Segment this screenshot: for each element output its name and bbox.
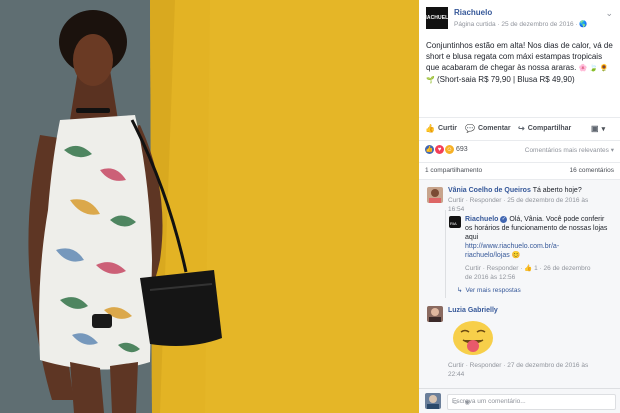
post-options-chevron-icon[interactable]: ⌄ [605,8,613,19]
thumbs-up-icon: 👍 [425,124,435,133]
post-meta: Página curtida · 25 de dezembro de 2016 … [454,21,588,28]
share-icon: ↪ [518,124,525,133]
reply-divider [445,210,446,298]
post-stats: 1 compartilhamento 16 comentários [419,162,620,180]
audience-selector[interactable]: ▣ ▾ [591,124,605,133]
comment-input[interactable]: Escreva um comentário... ☺ ◉ [447,394,616,410]
model-photo-illustration [0,0,419,413]
wow-reaction-icon[interactable]: ☺ [445,145,454,154]
reply-time: de 2016 às 12:56 [465,274,516,281]
comment-icon: 💬 [465,124,475,133]
avatar-small-icon: ▣ [591,124,599,133]
avatar [425,393,441,409]
tongue-emoji-sticker [453,321,493,355]
love-reaction-icon[interactable]: ♥ [435,145,444,154]
reply-author[interactable]: Riachuelo [465,216,498,223]
post-text-prices: (Short-saia R$ 79,90 | Blusa R$ 49,90) [436,75,575,84]
comment-count[interactable]: 16 comentários [570,167,614,174]
post-panel: RIACHUELO Riachuelo Página curtida · 25 … [419,0,620,413]
comment-author[interactable]: Luzia Gabrielly [448,307,498,314]
like-reaction-icon[interactable]: 👍 [425,145,434,154]
post-emoji-flowers: 🌸 🍃 🌻 [578,65,609,72]
chevron-down-icon: ▾ [601,125,606,133]
comment-text: Luzia Gabrielly [448,306,616,315]
post-emoji-sprout: 🌱 [426,77,435,84]
comment-sort-dropdown[interactable]: Comentários mais relevantes ▾ [525,146,614,154]
reply-link-cont[interactable]: riachuelo/lojas [465,252,510,259]
comment-author[interactable]: Vânia Coelho de Queiros [448,187,531,194]
reply-arrow-icon: ↳ [457,287,463,294]
avatar[interactable] [427,187,443,203]
comment-composer: Escreva um comentário... ☺ ◉ [419,388,620,413]
reply-link[interactable]: http://www.riachuelo.com.br/a- [465,243,559,250]
like-label: Curtir [437,125,458,132]
post-photo[interactable] [0,0,419,413]
comment-button[interactable]: 💬 Comentar [465,124,511,133]
reactions-bar: 👍 ♥ ☺ 693 Comentários mais relevantes ▾ [419,140,620,162]
post-text: Conjuntinhos estão em alta! Nos dias de … [426,40,616,86]
like-button[interactable]: 👍 Curtir [425,124,457,133]
post-header: RIACHUELO Riachuelo Página curtida · 25 … [422,7,616,31]
composer-tool-icons[interactable]: ☺ ◉ [452,398,611,406]
comment-time: 22:44 [448,371,465,378]
reply-text: Riachuelo ✓ Olá, Vânia. Você pode confer… [465,215,613,260]
svg-text:RIA: RIA [450,221,457,226]
reply-meta: Curtir · Responder · 👍 1 · 26 de dezembr… [465,264,615,282]
comment-actions[interactable]: Curtir · Responder · 27 de dezembro de 2… [448,362,588,369]
post-actions: 👍 Curtir 💬 Comentar ↪ Compartilhar ▣ ▾ [419,117,620,141]
share-label: Compartilhar [527,125,572,132]
reply-actions[interactable]: Curtir · Responder · 👍 1 · 26 de dezembr… [465,265,591,272]
avatar[interactable] [427,306,443,322]
comment-meta: Curtir · Responder · 27 de dezembro de 2… [448,361,616,379]
comment-body: Tá aberto hoje? [532,187,582,194]
smile-emoji-icon: 😊 [511,252,521,259]
share-button[interactable]: ↪ Compartilhar [518,124,571,133]
page-logo[interactable]: RIACHUELO [422,7,452,29]
avatar[interactable]: RIA [449,216,461,228]
reaction-count[interactable]: 693 [456,146,468,153]
comment-text: Vânia Coelho de Queiros Tá aberto hoje? [448,186,616,195]
comment-time: 16:54 [448,206,465,213]
page-name-link[interactable]: Riachuelo [454,8,492,17]
comment-label: Comentar [477,125,511,132]
share-count[interactable]: 1 compartilhamento [425,167,482,174]
comment-actions[interactable]: Curtir · Responder · 25 de dezembro de 2… [448,197,588,204]
comments-section: Vânia Coelho de Queiros Tá aberto hoje? … [419,180,620,388]
comment-meta: Curtir · Responder · 25 de dezembro de 2… [448,196,616,214]
more-replies-link[interactable]: ↳ Ver mais respostas [457,286,521,295]
more-replies-label: Ver mais respostas [465,286,521,294]
verified-badge-icon: ✓ [500,215,508,223]
